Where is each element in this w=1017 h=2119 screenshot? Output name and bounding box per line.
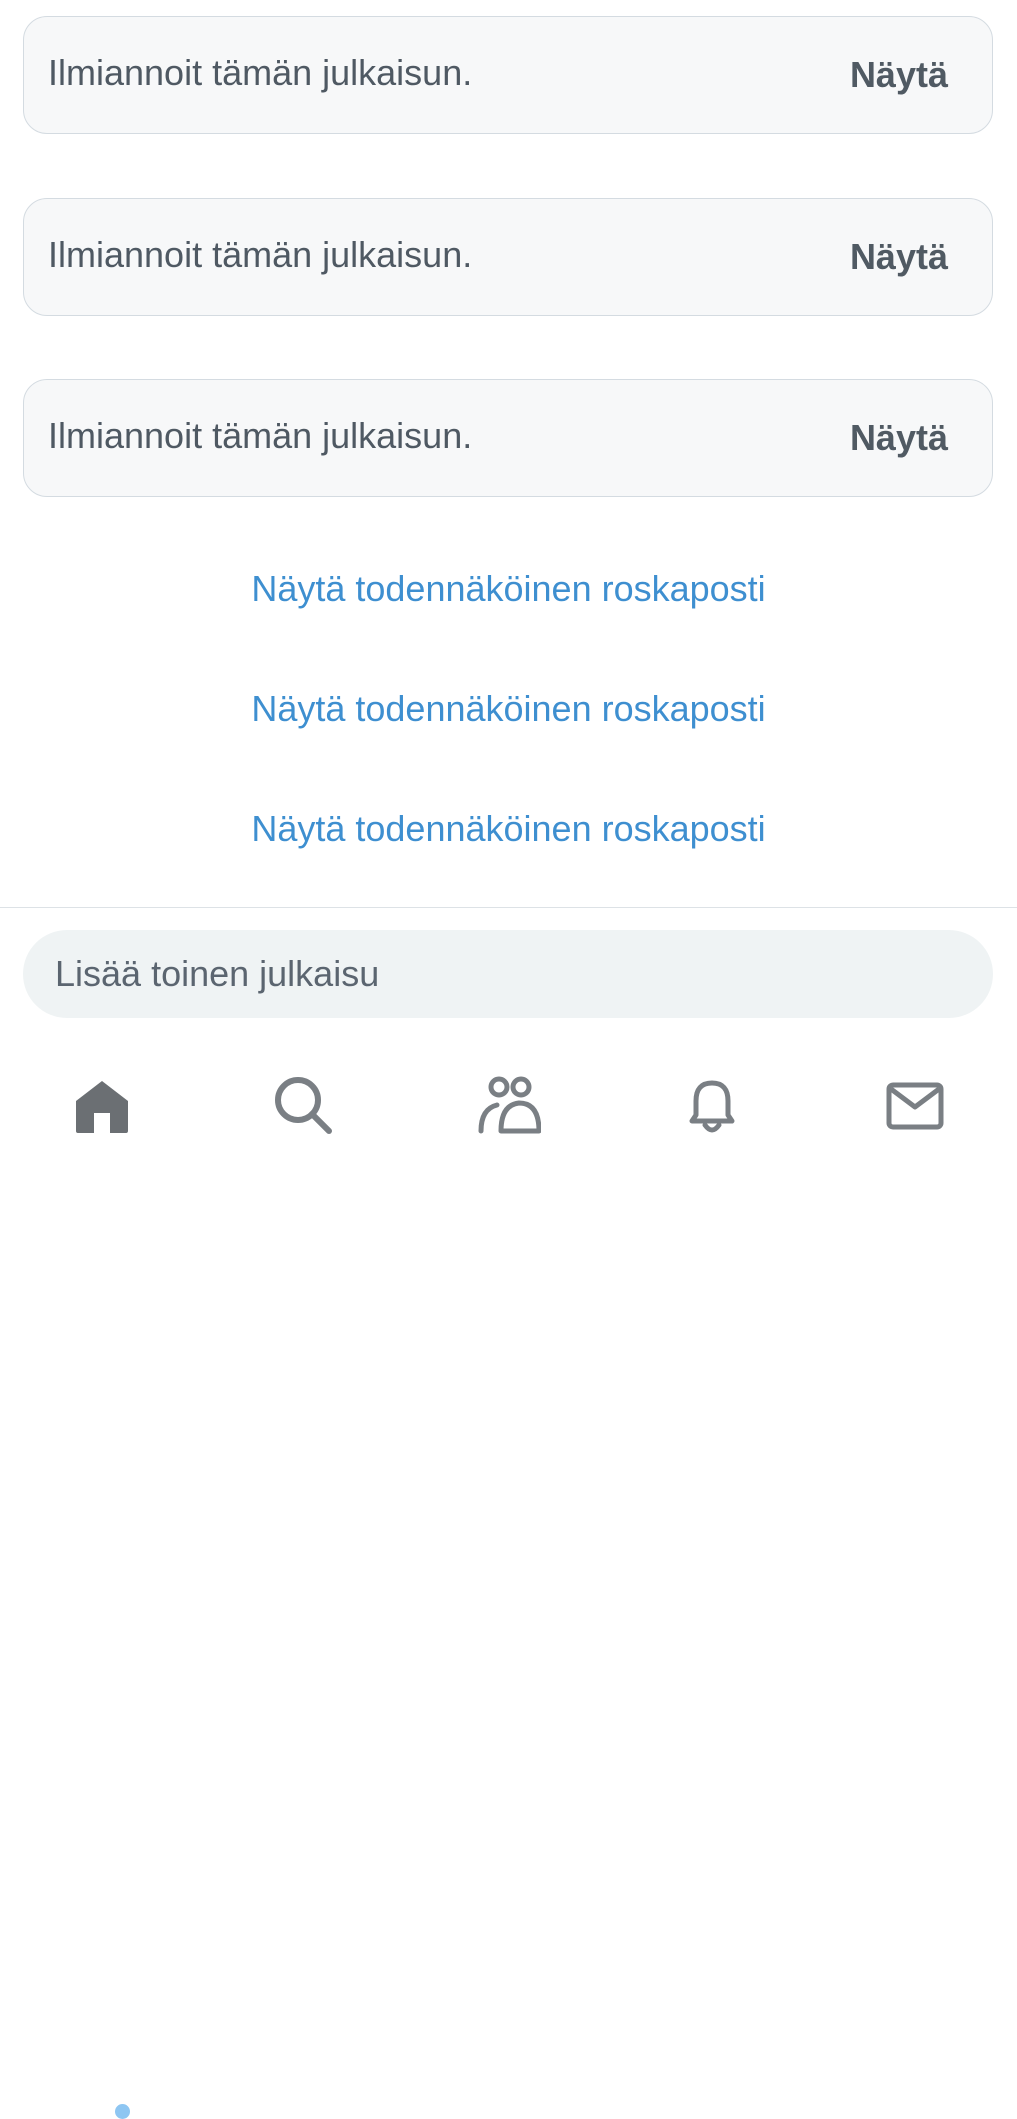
reported-post-message: Ilmiannoit tämän julkaisun. [48,415,473,456]
reported-post-card: Ilmiannoit tämän julkaisun. Näytä [23,198,993,316]
tab-notifications[interactable] [667,1060,757,1150]
mail-icon [886,1082,944,1130]
home-unread-dot [115,2104,130,2119]
composer-divider [0,907,1017,908]
reported-post-message: Ilmiannoit tämän julkaisun. [48,52,473,93]
search-icon [275,1077,332,1134]
show-post-button[interactable]: Näytä [850,55,948,95]
add-post-placeholder: Lisää toinen julkaisu [55,953,380,994]
show-post-button[interactable]: Näytä [850,418,948,458]
reported-post-card: Ilmiannoit tämän julkaisun. Näytä [23,16,993,134]
tab-search[interactable] [258,1060,348,1150]
reported-post-card: Ilmiannoit tämän julkaisun. Näytä [23,379,993,497]
tab-communities[interactable] [464,1060,554,1150]
communities-icon [478,1076,541,1134]
bell-icon [689,1080,735,1133]
show-likely-spam-link[interactable]: Näytä todennäköinen roskaposti [0,688,1017,730]
show-likely-spam-link[interactable]: Näytä todennäköinen roskaposti [0,568,1017,610]
tab-home[interactable] [57,1060,147,1150]
reported-post-message: Ilmiannoit tämän julkaisun. [48,234,473,275]
show-likely-spam-link[interactable]: Näytä todennäköinen roskaposti [0,808,1017,850]
show-post-button[interactable]: Näytä [850,237,948,277]
tab-messages[interactable] [870,1060,960,1150]
home-icon [76,1081,128,1133]
bottom-tab-bar [0,1040,1017,2119]
add-post-input[interactable]: Lisää toinen julkaisu [23,930,993,1018]
